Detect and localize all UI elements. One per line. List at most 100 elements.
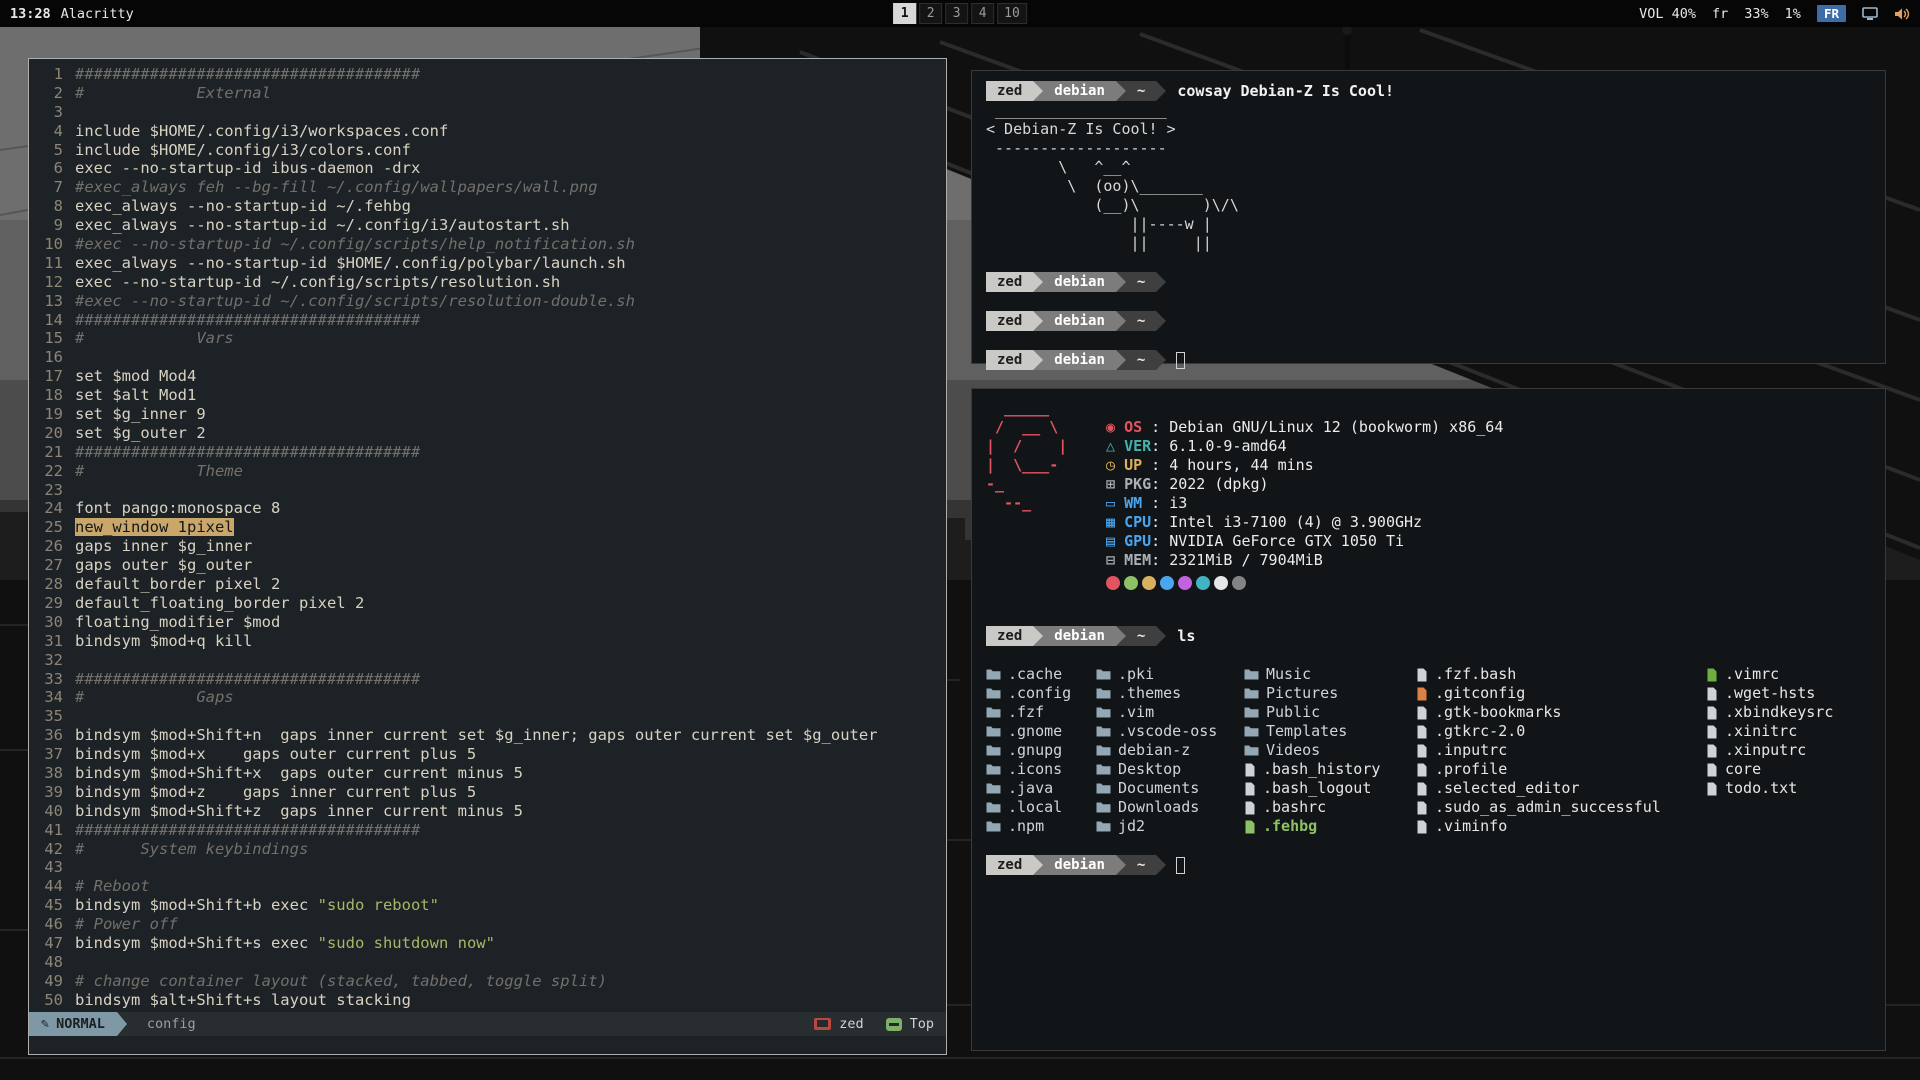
line-number: 4 [29, 122, 75, 141]
shell-prompt: zeddebian~ [986, 855, 1871, 875]
file-name: .fzf.bash [1435, 665, 1516, 684]
terminal-fastfetch-body[interactable]: _____ / __ \ | / | | \___- -_ --_◉ OS : … [972, 389, 1885, 885]
code-text: # Vars [75, 329, 234, 348]
editor-window[interactable]: 1 ##################################### 2 #… [28, 58, 947, 1055]
palette-dot [1106, 576, 1120, 590]
fastfetch-label: WM [1124, 494, 1151, 512]
code-text: bindsym $mod+Shift+s exec "sudo shutdown… [75, 934, 495, 953]
code-text: #exec_always feh --bg-fill ~/.config/wal… [75, 178, 598, 197]
volume-label[interactable]: VOL 40% [1639, 6, 1696, 22]
code-line: 37bindsym $mod+x gaps outer current plus… [29, 745, 946, 764]
file-item: .gtkrc-2.0 [1416, 722, 1706, 741]
file-item: .cache [986, 665, 1096, 684]
code-line: 12exec --no-startup-id ~/.config/scripts… [29, 273, 946, 292]
code-text: new_window 1pixel [75, 518, 234, 537]
file-name: .xinputrc [1725, 741, 1806, 760]
code-line: 32 [29, 651, 946, 670]
file-item: .xinitrc [1706, 722, 1871, 741]
line-number: 18 [29, 386, 75, 405]
fastfetch-label: VER [1124, 437, 1151, 455]
code-text: default_border pixel 2 [75, 575, 280, 594]
code-text: set $alt Mod1 [75, 386, 196, 405]
code-line: 21##################################### [29, 443, 946, 462]
file-item: core [1706, 760, 1871, 779]
terminal-fastfetch-window[interactable]: _____ / __ \ | / | | \___- -_ --_◉ OS : … [971, 388, 1886, 1051]
line-number: 8 [29, 197, 75, 216]
layout-flag-badge[interactable]: FR [1817, 5, 1846, 22]
powerline-arrow [1116, 855, 1126, 875]
line-number: 1 [29, 65, 75, 84]
line-number: 2 [29, 84, 75, 103]
line-number: 33 [29, 670, 75, 689]
fastfetch-label: UP [1124, 456, 1151, 474]
code-text: floating_modifier $mod [75, 613, 280, 632]
file-icon [1416, 668, 1428, 682]
powerline-arrow [1116, 272, 1126, 292]
prompt-path-segment: ~ [1126, 311, 1156, 331]
code-text: exec_always --no-startup-id $HOME/.confi… [75, 254, 626, 273]
workspace-button-4[interactable]: 4 [971, 3, 994, 24]
file-name: .config [1008, 684, 1071, 703]
code-text: exec_always --no-startup-id ~/.fehbg [75, 197, 411, 216]
line-number: 39 [29, 783, 75, 802]
workspace-button-2[interactable]: 2 [919, 3, 942, 24]
mem-icon: ⊟ [1106, 551, 1124, 569]
folder-icon [986, 706, 1001, 719]
code-text: bindsym $mod+Shift+b exec "sudo reboot" [75, 896, 439, 915]
folder-icon [1096, 668, 1111, 681]
prompt-user-segment: zed [986, 81, 1033, 101]
code-line: 43 [29, 858, 946, 877]
palette-dot [1232, 576, 1246, 590]
clock: 13:28 [10, 6, 51, 22]
file-item: .fzf.bash [1416, 665, 1706, 684]
file-item: Downloads [1096, 798, 1244, 817]
file-item: todo.txt [1706, 779, 1871, 798]
code-token: ##################################### [75, 670, 420, 688]
code-text: ##################################### [75, 821, 420, 840]
code-token: # Reboot [75, 877, 150, 895]
prompt-user-segment: zed [986, 855, 1033, 875]
cpu-icon: ▦ [1106, 513, 1124, 531]
line-number: 12 [29, 273, 75, 292]
powerline-arrow [1156, 272, 1166, 292]
code-token: bindsym $mod+Shift+b exec [75, 896, 318, 914]
file-name: .themes [1118, 684, 1181, 703]
file-name: .gtkrc-2.0 [1435, 722, 1525, 741]
speaker-icon[interactable] [1894, 7, 1910, 21]
code-token: exec_always --no-startup-id ~/.config/i3… [75, 216, 570, 234]
file-item: .vscode-oss [1096, 722, 1244, 741]
fastfetch-separator: : [1151, 475, 1169, 493]
shell-prompt: zeddebian~ls [986, 626, 1871, 646]
code-text: gaps inner $g_inner [75, 537, 252, 556]
file-name: .sudo_as_admin_successful [1435, 798, 1661, 817]
code-text: ##################################### [75, 670, 420, 689]
terminal-cowsay-window[interactable]: zeddebian~cowsay Debian-Z Is Cool! _____… [971, 70, 1886, 364]
code-token: ##################################### [75, 821, 420, 839]
line-number: 3 [29, 103, 75, 122]
workspace-button-10[interactable]: 10 [997, 3, 1027, 24]
vim-command-line [29, 1036, 946, 1054]
powerline-arrow [1033, 272, 1043, 292]
file-icon [1244, 801, 1256, 815]
fastfetch-entry: ▭ WM : i3 [1106, 494, 1503, 513]
folder-icon [986, 725, 1001, 738]
prompt-host-segment: debian [1043, 311, 1116, 331]
keyboard-layout-label[interactable]: fr [1712, 6, 1728, 22]
terminal-cowsay-body[interactable]: zeddebian~cowsay Debian-Z Is Cool! _____… [972, 71, 1885, 380]
code-text: # Gaps [75, 688, 234, 707]
ls-column: .vimrc.wget-hsts.xbindkeysrc.xinitrc.xin… [1706, 665, 1871, 836]
code-text: bindsym $mod+Shift+z gaps inner current … [75, 802, 523, 821]
editor-code[interactable]: 1 ##################################### 2 #… [29, 59, 946, 1012]
workspace-button-1[interactable]: 1 [893, 3, 916, 24]
line-number: 21 [29, 443, 75, 462]
fastfetch-separator: : [1151, 513, 1169, 531]
line-number: 19 [29, 405, 75, 424]
file-icon [1244, 820, 1256, 834]
display-icon[interactable] [1862, 7, 1878, 21]
fastfetch-value: 4 hours, 44 mins [1169, 456, 1314, 474]
file-item: .vim [1096, 703, 1244, 722]
powerline-arrow [1033, 350, 1043, 370]
workspace-button-3[interactable]: 3 [945, 3, 968, 24]
code-text: # change container layout (stacked, tabb… [75, 972, 607, 991]
file-name: .profile [1435, 760, 1507, 779]
